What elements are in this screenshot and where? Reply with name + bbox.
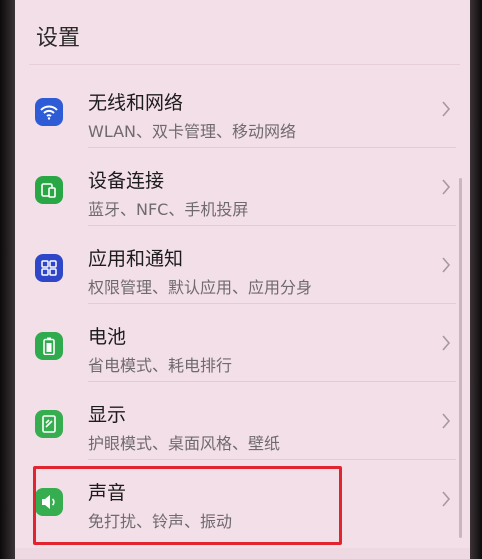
- chevron-right-icon: [442, 179, 451, 195]
- settings-item-wireless-network[interactable]: 无线和网络 WLAN、双卡管理、移动网络: [15, 72, 470, 148]
- divider: [88, 225, 456, 226]
- apps-grid-icon: [35, 254, 63, 282]
- settings-item-label: 显示: [88, 404, 127, 426]
- divider: [29, 64, 460, 65]
- divider: [88, 147, 456, 148]
- settings-item-subtitle: 省电模式、耗电排行: [88, 356, 233, 375]
- page-title: 设置: [36, 26, 81, 51]
- settings-item-label: 无线和网络: [88, 92, 184, 114]
- settings-item-battery[interactable]: 电池 省电模式、耗电排行: [15, 306, 470, 382]
- settings-item-label: 设备连接: [88, 170, 165, 192]
- divider: [88, 381, 456, 382]
- settings-item-device-connection[interactable]: 设备连接 蓝牙、NFC、手机投屏: [15, 150, 470, 226]
- chevron-right-icon: [442, 101, 451, 117]
- settings-item-subtitle: 护眼模式、桌面风格、壁纸: [88, 434, 281, 453]
- settings-item-subtitle: 权限管理、默认应用、应用分身: [88, 278, 313, 297]
- settings-item-apps-notifications[interactable]: 应用和通知 权限管理、默认应用、应用分身: [15, 228, 470, 304]
- settings-item-subtitle: 蓝牙、NFC、手机投屏: [88, 200, 249, 219]
- next-item-peek: [15, 548, 470, 559]
- scrollbar[interactable]: [459, 178, 462, 538]
- settings-item-label: 电池: [88, 326, 127, 348]
- wifi-icon: [35, 98, 63, 126]
- settings-item-label: 应用和通知: [88, 248, 184, 270]
- settings-screen: 设置 无线和网络 WLAN、双卡管理、移动网络 设备连接 蓝牙、NFC、手机投屏…: [15, 0, 470, 559]
- battery-icon: [35, 332, 63, 360]
- chevron-right-icon: [442, 413, 451, 429]
- device-bezel-right: [470, 0, 482, 559]
- chevron-right-icon: [442, 491, 451, 507]
- sound-highlight-box: [33, 466, 342, 545]
- device-bezel-left: [0, 0, 15, 559]
- display-icon: [35, 410, 63, 438]
- divider: [88, 303, 456, 304]
- settings-item-display[interactable]: 显示 护眼模式、桌面风格、壁纸: [15, 384, 470, 460]
- divider: [88, 459, 456, 460]
- title-bar: 设置: [15, 0, 470, 62]
- device-connection-icon: [35, 176, 63, 204]
- settings-item-subtitle: WLAN、双卡管理、移动网络: [88, 122, 297, 141]
- chevron-right-icon: [442, 257, 451, 273]
- chevron-right-icon: [442, 335, 451, 351]
